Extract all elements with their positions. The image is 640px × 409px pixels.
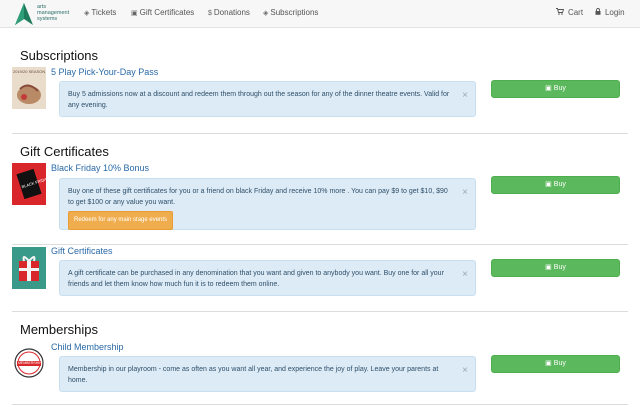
buy-button-label: Buy xyxy=(553,181,566,188)
thumb-label: 2019/20 SEASON xyxy=(13,69,46,74)
item-description-text: Membership in our playroom - come as oft… xyxy=(68,366,439,384)
item-divider xyxy=(12,244,628,245)
buy-button-black-friday[interactable]: ▣ Buy xyxy=(491,176,620,194)
nav-tickets-label: Tickets xyxy=(91,8,117,17)
buy-button-label: Buy xyxy=(553,360,566,367)
buy-button-gift-certificates[interactable]: ▣ Buy xyxy=(491,259,620,277)
logo-mountain-icon xyxy=(15,3,33,25)
gift-icon: ▣ xyxy=(545,85,552,92)
section-divider xyxy=(12,311,628,312)
section-title-gift-certificates: Gift Certificates xyxy=(20,144,109,159)
item-thumbnail-black-friday[interactable]: BLACK FRIDAY xyxy=(12,163,46,205)
top-navbar: arts management systems ◈ Tickets ▣ Gift C… xyxy=(0,0,640,28)
buy-button-pass[interactable]: ▣ Buy xyxy=(491,80,620,98)
nav-cart[interactable]: Cart xyxy=(556,8,583,17)
close-icon[interactable]: × xyxy=(462,188,468,198)
nav-donations-label: Donations xyxy=(213,8,250,17)
buy-button-child-membership[interactable]: ▣ Buy xyxy=(491,355,620,373)
item-description-black-friday: Buy one of these gift certificates for y… xyxy=(59,178,476,230)
item-title-child-membership[interactable]: Child Membership xyxy=(51,342,124,352)
section-title-subscriptions: Subscriptions xyxy=(20,48,99,63)
ticket-icon: ◈ xyxy=(263,10,269,17)
gift-icon: ▣ xyxy=(131,10,138,17)
item-description-gift-certificates: A gift certificate can be purchased in a… xyxy=(59,260,476,296)
thumb-label: MEMBERSHIP xyxy=(18,361,42,365)
item-description-child-membership: Membership in our playroom - come as oft… xyxy=(59,356,476,392)
section-divider xyxy=(12,404,628,405)
close-icon[interactable]: × xyxy=(462,366,468,376)
cart-icon xyxy=(556,8,566,17)
item-title-pass[interactable]: 5 Play Pick-Your-Day Pass xyxy=(51,67,158,77)
redeem-promo-button[interactable]: Redeem for any main stage events xyxy=(68,211,174,230)
section-title-memberships: Memberships xyxy=(20,322,99,337)
ticket-icon: ◈ xyxy=(84,10,90,17)
item-thumbnail-pass[interactable]: 2019/20 SEASON xyxy=(12,67,46,109)
nav-gift-certificates-label: Gift Certificates xyxy=(139,8,195,17)
nav-tickets[interactable]: ◈ Tickets xyxy=(84,8,116,17)
item-title-gift-certificates[interactable]: Gift Certificates xyxy=(51,246,113,256)
gift-icon: ▣ xyxy=(545,264,552,271)
nav-subscriptions-label: Subscriptions xyxy=(270,8,319,17)
close-icon[interactable]: × xyxy=(462,91,468,101)
section-divider xyxy=(12,133,628,134)
brand-logo[interactable]: arts management systems xyxy=(14,2,69,26)
nav-login[interactable]: Login xyxy=(595,8,625,17)
gift-icon: ▣ xyxy=(545,181,552,188)
nav-cart-label: Cart xyxy=(567,8,584,17)
item-description-text: Buy 5 admissions now at a discount and r… xyxy=(68,91,450,109)
close-icon[interactable]: × xyxy=(462,270,468,280)
buy-button-label: Buy xyxy=(553,264,566,271)
buy-button-label: Buy xyxy=(553,85,566,92)
item-description-pass: Buy 5 admissions now at a discount and r… xyxy=(59,81,476,117)
lock-icon xyxy=(595,8,603,17)
gift-box-image xyxy=(12,247,46,289)
item-thumbnail-gift-certificates[interactable] xyxy=(12,247,46,289)
nav-gift-certificates[interactable]: ▣ Gift Certificates xyxy=(131,8,194,17)
item-thumbnail-child-membership[interactable]: MEMBERSHIP xyxy=(12,342,46,384)
dollar-icon: $ xyxy=(208,10,212,17)
item-description-text: Buy one of these gift certificates for y… xyxy=(68,188,448,206)
brand-name: arts management systems xyxy=(37,4,70,22)
item-title-black-friday[interactable]: Black Friday 10% Bonus xyxy=(51,163,149,173)
item-description-text: A gift certificate can be purchased in a… xyxy=(68,270,444,288)
gift-icon: ▣ xyxy=(545,360,552,367)
nav-subscriptions[interactable]: ◈ Subscriptions xyxy=(263,8,318,17)
nav-donations[interactable]: $ Donations xyxy=(208,8,250,17)
nav-login-label: Login xyxy=(604,8,625,17)
